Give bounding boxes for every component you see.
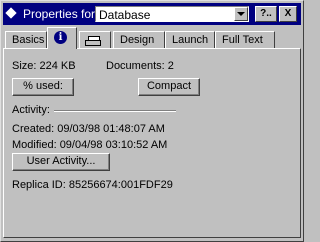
info-icon: i — [54, 31, 67, 44]
close-button[interactable]: X — [279, 6, 297, 22]
created-label: Created: 09/03/98 01:48:07 AM — [12, 123, 165, 135]
activity-label: Activity: — [12, 104, 50, 116]
replica-id-label: Replica ID: 85256674:001FDF29 — [12, 179, 173, 191]
tab-basics-label: Basics — [12, 34, 45, 46]
modified-label: Modified: 09/04/98 03:10:52 AM — [12, 139, 168, 151]
object-type-select[interactable]: Database — [95, 6, 249, 22]
tab-design-label: Design — [120, 34, 155, 46]
properties-diamond-icon — [5, 7, 17, 19]
window-title: Properties for: — [23, 7, 99, 21]
properties-window: Properties for: Database ?.. X Basics i … — [0, 0, 304, 242]
printer-icon — [85, 36, 101, 46]
help-button[interactable]: ?.. — [255, 6, 277, 22]
tab-strip: Basics i Design Launch Full Text — [1, 27, 303, 49]
tab-full-text-label: Full Text — [222, 34, 263, 46]
tab-launch[interactable]: Launch — [165, 31, 215, 49]
activity-divider — [54, 110, 176, 112]
tab-basics[interactable]: Basics — [5, 31, 47, 49]
percent-used-button[interactable]: % used: — [12, 78, 74, 96]
compact-button[interactable]: Compact — [138, 78, 200, 96]
user-activity-button[interactable]: User Activity... — [12, 153, 110, 171]
tab-print[interactable] — [79, 31, 111, 49]
tab-design[interactable]: Design — [113, 31, 165, 49]
title-bar: Properties for: Database ?.. X — [3, 3, 301, 25]
size-label: Size: 224 KB — [12, 60, 76, 72]
tab-launch-label: Launch — [172, 34, 209, 46]
info-panel: Size: 224 KB Documents: 2 % used: Compac… — [3, 48, 301, 238]
documents-label: Documents: 2 — [106, 60, 174, 72]
object-type-value: Database — [99, 8, 151, 22]
tab-full-text[interactable]: Full Text — [215, 31, 275, 49]
tab-info[interactable]: i — [47, 27, 77, 49]
chevron-down-icon[interactable] — [234, 7, 248, 21]
